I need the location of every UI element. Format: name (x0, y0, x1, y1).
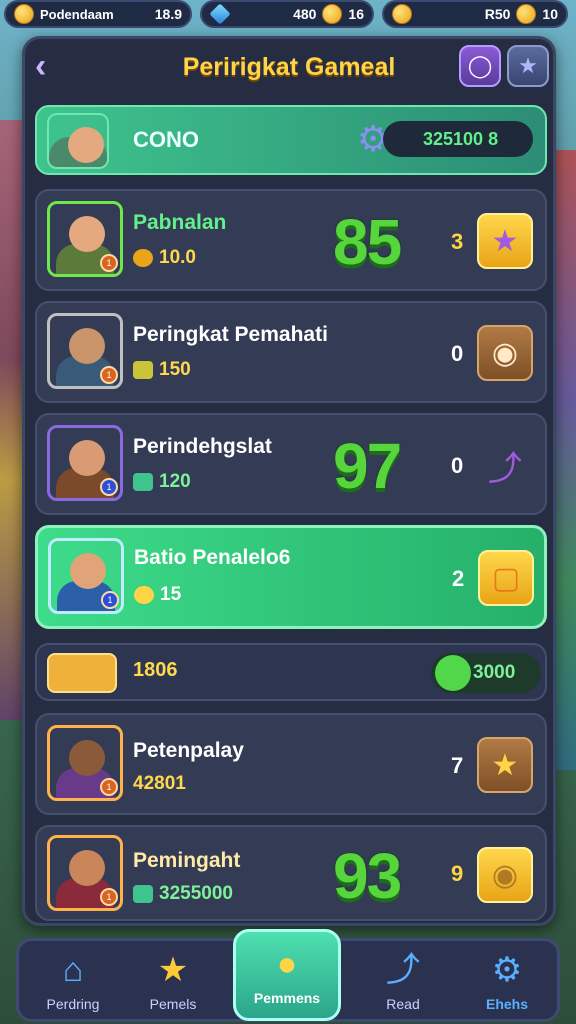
nav-label: Pemmens (253, 990, 321, 1006)
nav-label: Read (386, 996, 420, 1012)
arrow-icon: ⤴ (386, 951, 420, 989)
player-score: 42801 (133, 773, 186, 795)
score-value: 150 (159, 359, 191, 380)
stat-value: 18.9 (154, 6, 182, 22)
leaderboard-panel: ‹ Peririgkat Gameal ◯ ★ CONO ⚙ 325100 8 … (22, 36, 556, 926)
list-item-highlighted[interactable]: 1 Batio Penalelo6 15 2 ▢ (35, 525, 547, 629)
summary-right-value: 3000 (473, 662, 516, 683)
rank-number: 0 (451, 453, 464, 478)
player-name: Petenpalay (133, 739, 244, 762)
star-icon (134, 586, 154, 604)
coin-icon (133, 249, 153, 267)
coin-icon (322, 4, 343, 24)
home-icon: ⌂ (62, 951, 84, 989)
gift-icon (133, 473, 153, 491)
score-value: 10.0 (159, 247, 196, 268)
summary-left-value: 1806 (133, 659, 178, 681)
big-score: 93 (333, 840, 402, 912)
avatar: 1 (47, 725, 123, 801)
player-score: 10.0 (133, 247, 196, 269)
badge-icon[interactable]: ◯ (459, 45, 501, 87)
summary-right: 3000 (431, 653, 541, 693)
stat-currency-1: Podendaam 18.9 (4, 0, 192, 28)
my-score: 325100 8 (383, 121, 533, 157)
gem-icon (435, 655, 471, 691)
gift-icon (133, 361, 153, 379)
stat-label: R50 (484, 6, 511, 22)
star-icon[interactable]: ★ (477, 213, 533, 269)
nav-label: Pemels (149, 996, 197, 1012)
list-item[interactable]: 1 Pabnalan 10.0 85 3 ★ (35, 189, 547, 291)
list-item[interactable]: 1 Peringkat Pemahati 150 0 ◉ (35, 301, 547, 403)
summary-row: 1806 3000 (35, 643, 547, 701)
coin-icon (516, 4, 537, 24)
rank-number: 2 (452, 566, 465, 591)
player-name: Perindehgslat (133, 435, 272, 458)
nav-item-home[interactable]: ⌂ Perdring (23, 941, 123, 1021)
list-item[interactable]: 1 Perindehgslat 120 97 0 ⤴ (35, 413, 547, 515)
avatar: 1 (47, 313, 123, 389)
coin-icon: ● (276, 945, 298, 983)
nav-label: Ehehs (485, 996, 528, 1012)
player-name: Pemingaht (133, 849, 241, 872)
bean-icon[interactable]: ◉ (477, 325, 533, 381)
player-score: 3255000 (133, 883, 233, 905)
star-icon: ★ (157, 951, 189, 989)
bottom-nav: ⌂ Perdring ★ Pemels ● Pemmens ⤴ Read ⚙ E… (16, 929, 560, 1022)
stat-currency-2: 480 16 (200, 0, 374, 28)
star-icon[interactable]: ★ (507, 45, 549, 87)
player-score: 120 (133, 471, 191, 493)
nav-item-read[interactable]: ⤴ Read (353, 941, 453, 1021)
coin-icon (14, 4, 34, 24)
rank-number: 7 (451, 753, 464, 778)
top-stats-bar: Podendaam 18.9 480 16 R50 10 (0, 0, 576, 32)
gem-icon (209, 3, 231, 25)
stat-label: 480 (293, 6, 317, 22)
rank-number: 0 (451, 341, 464, 366)
my-rank-row[interactable]: CONO ⚙ 325100 8 (35, 105, 547, 175)
nav-label: Perdring (46, 996, 100, 1012)
coin-icon (392, 4, 412, 24)
player-score: 15 (134, 584, 181, 606)
nav-item-pemels[interactable]: ★ Pemels (123, 941, 223, 1021)
nav-item-settings[interactable]: ⚙ Ehehs (457, 941, 557, 1021)
player-score: 150 (133, 359, 191, 381)
stat-value: 10 (542, 6, 558, 22)
gear-icon: ⚙ (491, 951, 523, 989)
arrow-icon (133, 885, 153, 903)
big-score: 85 (333, 206, 402, 278)
avatar (47, 653, 117, 693)
avatar: 1 (47, 835, 123, 911)
big-score: 97 (333, 430, 402, 502)
score-value: 120 (159, 471, 191, 492)
cube-icon[interactable]: ▢ (478, 550, 534, 606)
player-name: Batio Penalelo6 (134, 546, 291, 569)
player-name: Peringkat Pemahati (133, 323, 328, 346)
stat-value: 16 (348, 6, 364, 22)
avatar (47, 113, 109, 169)
score-value: 15 (160, 584, 182, 605)
stat-currency-3: R50 10 (382, 0, 568, 28)
arrow-up-icon[interactable]: ⤴ (477, 437, 533, 493)
avatar: 1 (47, 425, 123, 501)
rank-number: 3 (451, 229, 464, 254)
list-item[interactable]: 1 Pemingaht 3255000 93 9 ◉ (35, 825, 547, 921)
score-value: 3255000 (159, 883, 233, 904)
star-icon[interactable]: ★ (477, 737, 533, 793)
score-value: 42801 (133, 773, 186, 794)
nav-item-pemmens[interactable]: ● Pemmens (233, 929, 341, 1021)
stat-label: Podendaam (40, 6, 114, 22)
list-item[interactable]: 1 Petenpalay 42801 7 ★ (35, 713, 547, 815)
player-name: CONO (133, 127, 199, 152)
rank-number: 9 (451, 861, 464, 886)
panel-header: ‹ Peririgkat Gameal ◯ ★ (25, 39, 553, 97)
player-name: Pabnalan (133, 211, 227, 234)
avatar: 1 (48, 538, 124, 614)
bean-icon[interactable]: ◉ (477, 847, 533, 903)
avatar: 1 (47, 201, 123, 277)
